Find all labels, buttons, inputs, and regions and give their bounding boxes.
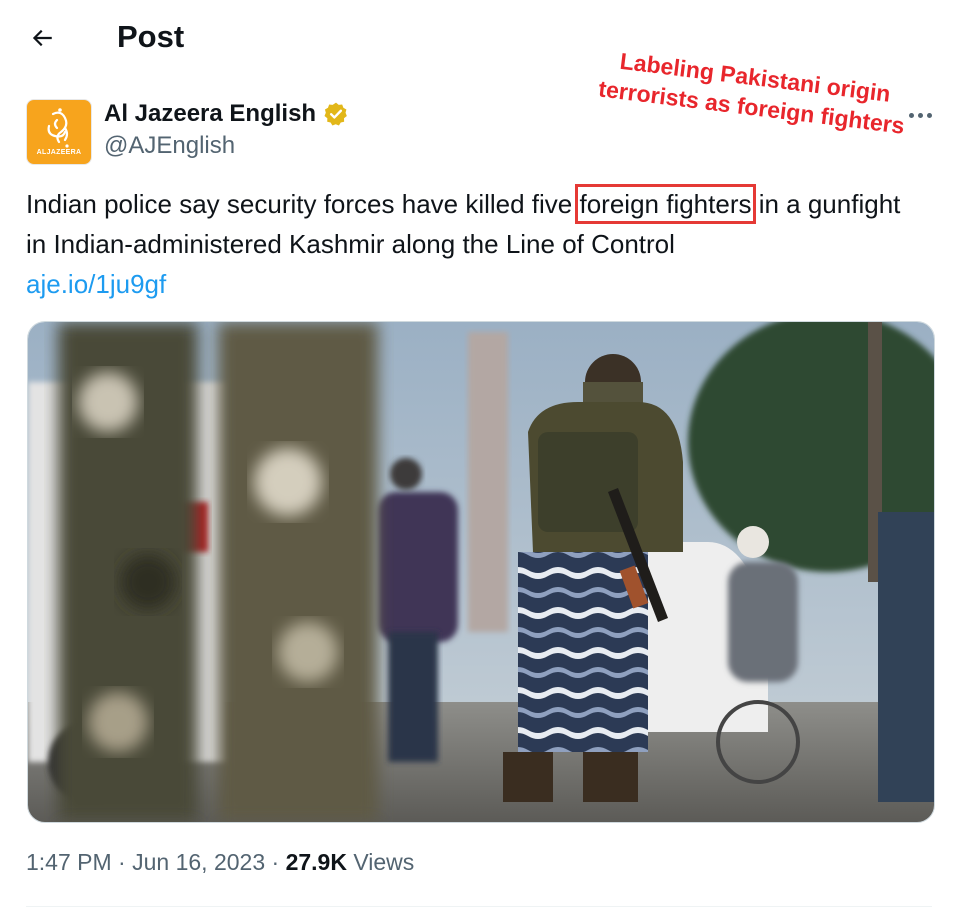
top-bar: Post [0, 0, 954, 75]
post-page: Post ALJAZEERA Al Jazeera English @AJEng… [0, 0, 954, 910]
post-meta: 1:47 PM · Jun 16, 2023 · 27.9K Views [26, 846, 414, 878]
views-count: 27.9K [285, 849, 347, 875]
tweet-text: Indian police say security forces have k… [26, 184, 926, 304]
meta-separator: · [265, 849, 286, 875]
verified-badge-icon [324, 102, 347, 126]
tweet-link[interactable]: aje.io/1ju9gf [26, 264, 926, 304]
highlighted-phrase: foreign fighters [574, 184, 757, 224]
back-button[interactable] [22, 18, 62, 58]
views-label: Views [346, 849, 415, 875]
photo-scene [28, 322, 934, 822]
post-date[interactable]: Jun 16, 2023 [132, 849, 265, 875]
divider [26, 906, 932, 907]
author-name-text: Al Jazeera English [104, 100, 317, 127]
post-time[interactable]: 1:47 PM [26, 849, 112, 875]
meta-separator: · [111, 849, 133, 875]
avatar-label: ALJAZEERA [36, 149, 82, 156]
author-handle[interactable]: @AJEnglish [104, 131, 235, 161]
author-name[interactable]: Al Jazeera English [104, 99, 349, 129]
arrow-left-icon [32, 29, 52, 47]
page-title: Post [117, 19, 185, 54]
avatar[interactable]: ALJAZEERA [26, 99, 92, 165]
tweet-photo[interactable] [27, 321, 935, 823]
tweet-text-before: Indian police say security forces have k… [26, 189, 580, 219]
